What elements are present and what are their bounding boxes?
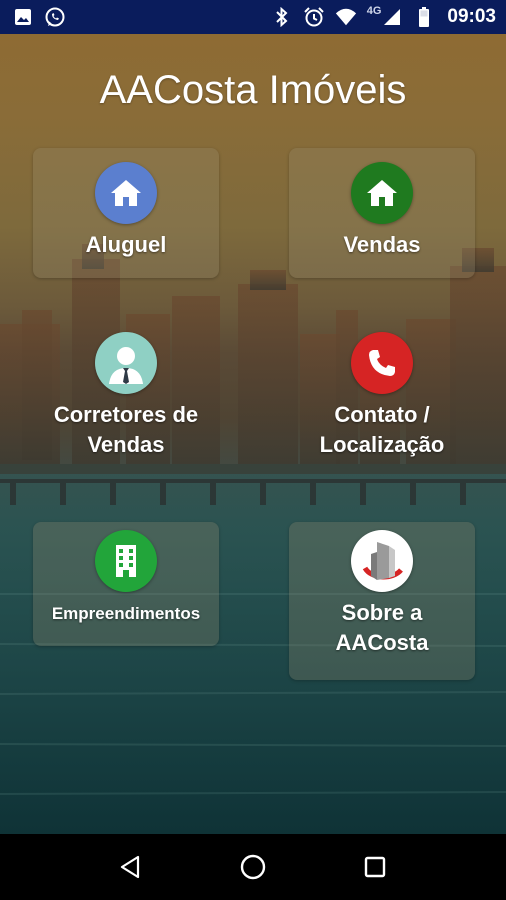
tile-label: Contato / Localização (319, 402, 445, 457)
tile-label: Corretores de Vendas (53, 402, 199, 457)
tile-label: Vendas (343, 232, 421, 257)
app-screen: AACosta Imóveis Aluguel Vendas Corretore… (0, 34, 506, 834)
company-logo-icon (351, 530, 413, 592)
wifi-icon (335, 6, 357, 28)
whatsapp-icon (44, 6, 66, 28)
tile-label: Empreendimentos (51, 604, 201, 623)
recents-icon[interactable] (355, 847, 395, 887)
tile-vendas[interactable]: Vendas (289, 148, 475, 278)
network-type: 4G (366, 5, 382, 17)
broker-icon (95, 332, 157, 394)
tile-aluguel[interactable]: Aluguel (33, 148, 219, 278)
phone-icon (351, 332, 413, 394)
house-icon (351, 162, 413, 224)
tile-sobre[interactable]: Sobre a AACosta (289, 522, 475, 680)
house-icon (95, 162, 157, 224)
image-icon (12, 6, 34, 28)
back-icon[interactable] (111, 847, 151, 887)
app-title: AACosta Imóveis (99, 68, 407, 112)
tile-corretores[interactable]: Corretores de Vendas (33, 330, 219, 470)
tile-contato[interactable]: Contato / Localização (289, 330, 475, 470)
home-icon[interactable] (233, 847, 273, 887)
navigation-bar (0, 834, 506, 900)
clock: 09:03 (447, 6, 496, 27)
tile-empreendimentos[interactable]: Empreendimentos (33, 522, 219, 646)
building-icon (95, 530, 157, 592)
signal-icon (381, 6, 403, 28)
tile-label: Aluguel (85, 232, 167, 257)
bluetooth-icon (271, 6, 293, 28)
tile-label: Sobre a AACosta (335, 600, 429, 655)
status-bar: 4G 09:03 (0, 0, 506, 34)
alarm-icon (303, 6, 325, 28)
battery-icon (413, 6, 435, 28)
